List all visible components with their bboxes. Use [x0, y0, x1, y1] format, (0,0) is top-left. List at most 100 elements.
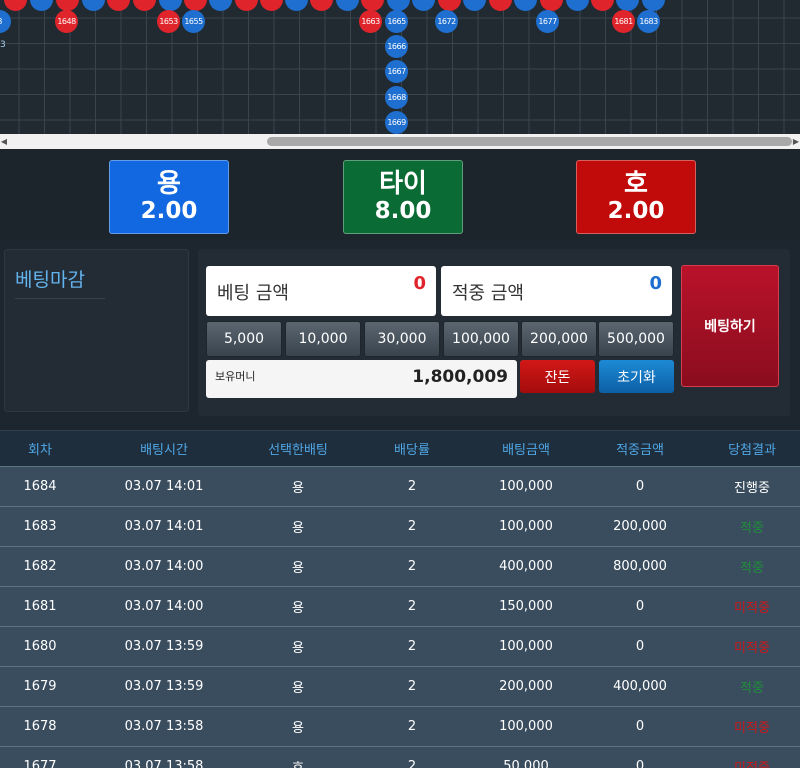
cell-win-amount: 400,000 [613, 679, 667, 694]
road-marker-labeled: 1667 [385, 60, 408, 83]
cell-round: 1677 [23, 759, 57, 768]
dragon-bet-button[interactable]: 용 2.00 [109, 160, 229, 234]
header-result: 당첨결과 [728, 443, 776, 458]
table-body: 1684 03.07 14:01 용 2 100,000 0 진행중 1683 03.07 14… [0, 466, 800, 768]
cell-odds: 2 [407, 679, 417, 694]
cell-selection: 용 [292, 561, 304, 576]
road-marker [336, 0, 359, 11]
cell-round: 1681 [23, 599, 57, 614]
header-bet-time: 배팅시간 [140, 443, 188, 458]
cell-odds: 2 [407, 479, 417, 494]
road-marker-labeled: 1648 [55, 10, 78, 33]
cell-round: 1684 [23, 479, 57, 494]
chip-500000-button[interactable]: 500,000 [598, 321, 674, 357]
header-win-amount: 적중금액 [616, 443, 664, 458]
road-marker [30, 0, 53, 11]
cell-round: 1680 [23, 639, 57, 654]
tie-bet-button[interactable]: 타이 8.00 [343, 160, 463, 234]
road-marker [514, 0, 537, 11]
scroll-thumb[interactable] [267, 137, 792, 146]
cell-bet-amount: 100,000 [499, 639, 553, 654]
money-label: 보유머니 [215, 370, 256, 383]
cell-bet-time: 03.07 13:59 [124, 679, 204, 694]
place-bet-button[interactable]: 베팅하기 [681, 265, 779, 387]
cell-bet-time: 03.07 13:59 [124, 639, 204, 654]
win-amount-label: 적중 금액 [452, 283, 524, 304]
cell-result: 미적중 [734, 641, 770, 656]
chip-30000-button[interactable]: 30,000 [364, 321, 440, 357]
chip-200000-button[interactable]: 200,000 [521, 321, 597, 357]
road-marker-labeled: 1666 [385, 35, 408, 58]
table-row: 1682 03.07 14:00 용 2 400,000 800,000 적중 [0, 546, 800, 586]
money-value: 1,800,009 [412, 367, 508, 387]
road-marker [107, 0, 130, 11]
betting-status-panel: 베팅마감 [4, 249, 189, 412]
cell-odds: 2 [407, 719, 417, 734]
cell-round: 1682 [23, 559, 57, 574]
cell-result: 미적중 [734, 601, 770, 616]
road-marker [209, 0, 232, 11]
cell-selection: 용 [292, 721, 304, 736]
cell-round: 1683 [23, 519, 57, 534]
road-marker [4, 0, 27, 11]
reset-button[interactable]: 초기화 [599, 360, 674, 393]
chip-10000-button[interactable]: 10,000 [285, 321, 361, 357]
table-row: 1680 03.07 13:59 용 2 100,000 0 미적중 [0, 626, 800, 666]
tiger-bet-button[interactable]: 호 2.00 [576, 160, 696, 234]
cell-round: 1678 [23, 719, 57, 734]
dragon-odds: 2.00 [140, 197, 198, 224]
chip-100000-button[interactable]: 100,000 [443, 321, 519, 357]
cell-result: 미적중 [734, 721, 770, 736]
scroll-left-arrow-icon[interactable]: ◀ [0, 134, 8, 149]
road-marker-labeled: 1663 [359, 10, 382, 33]
road-marker [285, 0, 308, 11]
road-marker [566, 0, 589, 11]
road-marker-labeled: 1677 [536, 10, 559, 33]
header-bet-amount: 배팅금액 [502, 443, 550, 458]
change-button[interactable]: 잔돈 [520, 360, 595, 393]
road-scrollbar[interactable]: ◀ ▶ [0, 134, 800, 149]
cell-win-amount: 0 [635, 759, 645, 768]
cell-win-amount: 0 [635, 599, 645, 614]
cell-result: 진행중 [734, 481, 770, 496]
road-marker [489, 0, 512, 11]
result-road-grid: 8 1648 16531655 16631665 1672 1677 16811683 166… [0, 0, 800, 134]
win-amount-value: 0 [649, 273, 662, 294]
header-selection: 선택한배팅 [268, 443, 328, 458]
cell-bet-amount: 100,000 [499, 479, 553, 494]
cell-win-amount: 0 [635, 639, 645, 654]
scroll-right-arrow-icon[interactable]: ▶ [792, 134, 800, 149]
cell-bet-amount: 200,000 [499, 679, 553, 694]
bet-panel: 베팅 금액 0 적중 금액 0 5,000 10,000 30,000 100,… [198, 249, 790, 416]
cell-bet-time: 03.07 14:00 [124, 599, 204, 614]
cell-bet-time: 03.07 14:01 [124, 479, 204, 494]
bet-amount-label: 베팅 금액 [217, 283, 289, 304]
cell-win-amount: 0 [635, 479, 645, 494]
tiger-odds: 2.00 [607, 197, 665, 224]
road-marker-labeled: 1681 [612, 10, 635, 33]
road-marker [310, 0, 333, 11]
road-marker-labeled: 1672 [435, 10, 458, 33]
bet-amount-box: 베팅 금액 0 [206, 266, 436, 316]
road-marker [591, 0, 614, 11]
road-marker-labeled: 1668 [385, 86, 408, 109]
cell-bet-amount: 50,000 [503, 759, 549, 768]
cell-win-amount: 0 [635, 719, 645, 734]
cell-bet-time: 03.07 13:58 [124, 719, 204, 734]
header-odds: 배당률 [394, 443, 430, 458]
chip-5000-button[interactable]: 5,000 [206, 321, 282, 357]
cell-bet-time: 03.07 14:01 [124, 519, 204, 534]
table-row: 1679 03.07 13:59 용 2 200,000 400,000 적중 [0, 666, 800, 706]
cell-result: 미적중 [704, 747, 800, 768]
table-row: 1681 03.07 14:00 용 2 150,000 0 미적중 [0, 586, 800, 626]
road-marker [260, 0, 283, 11]
road-marker-labeled: 1683 [637, 10, 660, 33]
cell-round: 1679 [23, 679, 57, 694]
road-marker [616, 0, 639, 11]
odds-bar: 용 2.00 타이 8.00 호 2.00 [0, 149, 800, 241]
cell-selection: 호 [248, 747, 348, 768]
table-row: 1678 03.07 13:58 용 2 100,000 0 미적중 [0, 706, 800, 746]
cell-bet-amount: 400,000 [499, 559, 553, 574]
cell-selection: 용 [292, 601, 304, 616]
cell-win-amount: 800,000 [613, 559, 667, 574]
